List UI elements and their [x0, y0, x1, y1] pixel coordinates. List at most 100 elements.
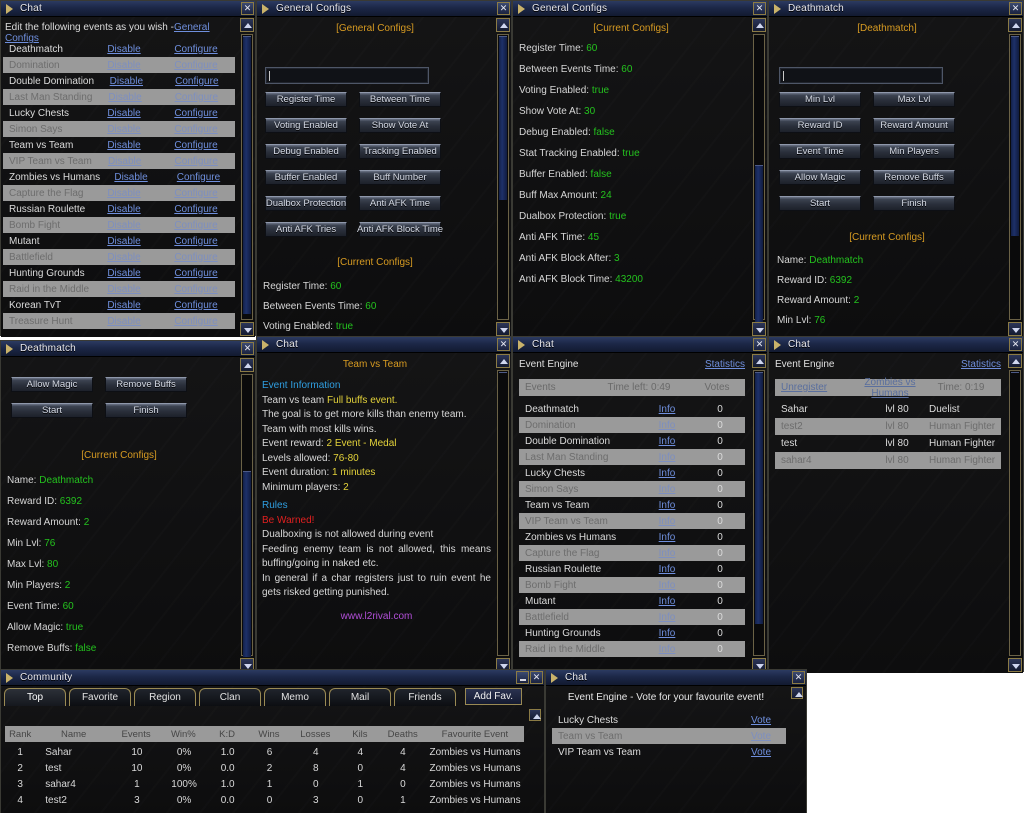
tab-memo[interactable]: Memo [264, 688, 326, 706]
event-row[interactable]: Simon Says Disable Configure [3, 121, 235, 137]
config-button[interactable]: Remove Buffs [873, 170, 955, 185]
registered-player-row[interactable]: test2 lvl 80 Human Fighter [775, 418, 1001, 435]
tab-top[interactable]: Top [4, 688, 66, 706]
event-vote-row[interactable]: Hunting Grounds Info 0 [519, 625, 745, 641]
event-row[interactable]: Raid in the Middle Disable Configure [3, 281, 235, 297]
close-icon[interactable]: ✕ [530, 671, 543, 684]
event-vote-row[interactable]: Capture the Flag Info 0 [519, 545, 745, 561]
config-button[interactable]: Finish [873, 196, 955, 211]
disable-link[interactable]: Disable [91, 124, 157, 135]
event-row[interactable]: VIP Team vs Team Disable Configure [3, 153, 235, 169]
disable-link[interactable]: Disable [91, 300, 157, 311]
info-link[interactable]: Info [639, 500, 695, 511]
vote-link[interactable]: Vote [736, 715, 786, 726]
configure-link[interactable]: Configure [157, 188, 235, 199]
scroll-thumb[interactable] [499, 36, 507, 200]
event-vote-row[interactable]: Battlefield Info 0 [519, 609, 745, 625]
scroll-up-icon[interactable] [240, 358, 254, 372]
tab-region[interactable]: Region [134, 688, 196, 706]
info-link[interactable]: Info [639, 404, 695, 415]
unregister-link[interactable]: Unregister [775, 382, 859, 393]
event-row[interactable]: Korean TvT Disable Configure [3, 297, 235, 313]
configure-link[interactable]: Configure [157, 252, 235, 263]
configure-link[interactable]: Configure [157, 124, 235, 135]
table-row[interactable]: 1 Sahar 10 0% 1.0 6 4 4 4 Zombies vs Humans [5, 744, 524, 760]
config-button[interactable]: Max Lvl [873, 92, 955, 107]
titlebar-general-configs-current[interactable]: General Configs ✕ [513, 1, 767, 17]
info-link[interactable]: Info [639, 644, 695, 655]
configure-link[interactable]: Configure [157, 316, 235, 327]
scroll-up-icon[interactable] [240, 18, 254, 32]
configure-link[interactable]: Configure [157, 156, 235, 167]
disable-link[interactable]: Disable [91, 316, 157, 327]
scroll-up-icon[interactable] [752, 18, 766, 32]
disable-link[interactable]: Disable [94, 76, 159, 87]
disable-link[interactable]: Disable [91, 44, 157, 55]
close-icon[interactable]: ✕ [1009, 2, 1022, 15]
allow-magic-button[interactable]: Allow Magic [11, 377, 93, 392]
registered-player-row[interactable]: sahar4 lvl 80 Human Fighter [775, 452, 1001, 469]
event-row[interactable]: Double Domination Disable Configure [3, 73, 235, 89]
event-row[interactable]: Deathmatch Disable Configure [3, 41, 235, 57]
disable-link[interactable]: Disable [92, 92, 157, 103]
remove-buffs-button[interactable]: Remove Buffs [105, 377, 187, 392]
config-button[interactable]: Anti AFK Block Time [357, 222, 443, 237]
table-row[interactable]: 3 sahar4 1 100% 1.0 1 0 1 0 Zombies vs Humans [5, 776, 524, 792]
info-link[interactable]: Info [639, 436, 695, 447]
titlebar-general-configs[interactable]: General Configs ✕ [257, 1, 511, 17]
configure-link[interactable]: Configure [158, 92, 235, 103]
event-row[interactable]: Lucky Chests Disable Configure [3, 105, 235, 121]
scrollbar-events-list[interactable] [239, 17, 255, 337]
statistics-link[interactable]: Statistics [705, 359, 745, 370]
statistics-link[interactable]: Statistics [961, 359, 1001, 370]
event-vote-row[interactable]: Domination Info 0 [519, 417, 745, 433]
config-button[interactable]: Between Time [359, 92, 441, 107]
configure-link[interactable]: Configure [157, 220, 235, 231]
config-button[interactable]: Buffer Enabled [265, 170, 347, 185]
event-vote-row[interactable]: Deathmatch Info 0 [519, 401, 745, 417]
scroll-up-icon[interactable] [496, 354, 510, 368]
event-row[interactable]: Mutant Disable Configure [3, 233, 235, 249]
disable-link[interactable]: Disable [91, 220, 157, 231]
configure-link[interactable]: Configure [157, 60, 235, 71]
scroll-track[interactable] [753, 34, 765, 323]
titlebar-events-list[interactable]: Chat ✕ [1, 1, 255, 17]
scroll-up-icon[interactable] [752, 354, 766, 368]
info-link[interactable]: Info [639, 628, 695, 639]
close-icon[interactable]: ✕ [792, 671, 805, 684]
general-configs-input[interactable] [265, 67, 429, 84]
info-link[interactable]: Info [639, 564, 695, 575]
titlebar-deathmatch-details[interactable]: Deathmatch ✕ [1, 341, 255, 357]
config-button[interactable]: Allow Magic [779, 170, 861, 185]
event-vote-row[interactable]: Bomb Fight Info 0 [519, 577, 745, 593]
scrollbar-general-configs[interactable] [495, 17, 511, 337]
configure-link[interactable]: Configure [157, 284, 235, 295]
event-vote-row[interactable]: Zombies vs Humans Info 0 [519, 529, 745, 545]
close-icon[interactable]: ✕ [753, 2, 766, 15]
configure-link[interactable]: Configure [157, 300, 235, 311]
event-vote-row[interactable]: Mutant Info 0 [519, 593, 745, 609]
close-icon[interactable]: ✕ [753, 338, 766, 351]
scroll-thumb[interactable] [755, 372, 763, 624]
tab-mail[interactable]: Mail [329, 688, 391, 706]
titlebar-event-engine-registered[interactable]: Chat ✕ [769, 337, 1023, 353]
finish-button[interactable]: Finish [105, 403, 187, 418]
deathmatch-input[interactable] [779, 67, 943, 84]
event-row[interactable]: Russian Roulette Disable Configure [3, 201, 235, 217]
add-favorite-button[interactable]: Add Fav. [464, 688, 522, 705]
config-button[interactable]: Dualbox Protection [265, 196, 347, 211]
scrollbar-vote-panel[interactable] [790, 686, 804, 813]
event-row[interactable]: Bomb Fight Disable Configure [3, 217, 235, 233]
scroll-track[interactable] [753, 370, 765, 656]
configure-link[interactable]: Configure [162, 172, 235, 183]
info-link[interactable]: Info [639, 420, 695, 431]
start-button[interactable]: Start [11, 403, 93, 418]
scrollbar-community[interactable] [528, 708, 542, 812]
scrollbar-event-engine-vote[interactable] [751, 353, 767, 673]
titlebar-vote-panel[interactable]: Chat ✕ [546, 670, 806, 686]
scroll-down-icon[interactable] [752, 322, 766, 336]
config-button[interactable]: Debug Enabled [265, 144, 347, 159]
configure-link[interactable]: Configure [157, 236, 235, 247]
scroll-up-icon[interactable] [529, 709, 541, 721]
info-link[interactable]: Info [639, 468, 695, 479]
